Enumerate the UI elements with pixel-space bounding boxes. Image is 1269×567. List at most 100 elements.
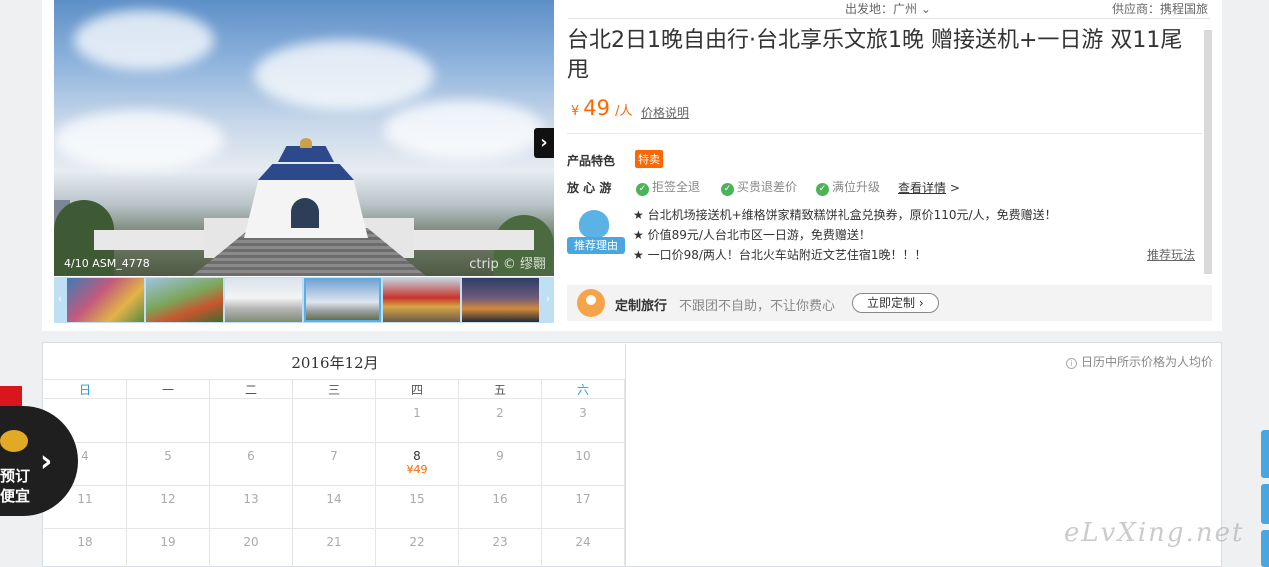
weekday-sun: 日 bbox=[44, 380, 127, 400]
promo-coin-icon bbox=[0, 430, 28, 452]
photo-memorial-roof bbox=[258, 164, 354, 180]
thumbnail[interactable] bbox=[67, 278, 144, 322]
check-icon: ✓ bbox=[816, 183, 829, 196]
photo-memorial-roof bbox=[278, 146, 334, 162]
chevron-right-icon: > bbox=[949, 181, 960, 195]
price-note-link[interactable]: 价格说明 bbox=[641, 104, 689, 121]
view-details-link[interactable]: 查看详情 > bbox=[898, 179, 960, 196]
guarantee-upgrade: ✓ 满位升级 bbox=[816, 178, 880, 196]
next-photo-arrow-icon[interactable]: › bbox=[534, 128, 554, 158]
recommended-play-link[interactable]: 推荐玩法 bbox=[1147, 246, 1195, 263]
calendar-day-number: 22 bbox=[409, 535, 425, 549]
side-tab[interactable] bbox=[1261, 484, 1269, 524]
recommend-line: ★ 台北机场接送机+维格饼家精致糕饼礼盒兑换券，原价110元/人，免费赠送！ bbox=[633, 208, 1057, 222]
calendar-day-cell: 14 bbox=[293, 486, 376, 529]
divider bbox=[568, 18, 1210, 19]
calendar-day-number: 23 bbox=[492, 535, 508, 549]
weekday-thu: 四 bbox=[376, 380, 459, 400]
promo-text: 预订 便宜 bbox=[0, 466, 30, 506]
calendar-day-number: 21 bbox=[326, 535, 342, 549]
calendar-day-cell: 13 bbox=[210, 486, 293, 529]
thumbnail[interactable] bbox=[146, 278, 223, 322]
calendar-day-cell: 23 bbox=[459, 529, 542, 567]
calendar-month: 2016年12月 bbox=[291, 354, 379, 372]
side-tab[interactable] bbox=[1261, 530, 1269, 567]
price-calendar: 2016年12月 日 一 二 三 四 五 六 1 2 3 4 5 6 7 8 ¥49 9 10 11 1… bbox=[44, 344, 626, 567]
calendar-day-number: 19 bbox=[160, 535, 176, 549]
guarantee-text: 买贵退差价 bbox=[737, 180, 798, 194]
bird-icon bbox=[579, 210, 609, 238]
thumbnail[interactable] bbox=[225, 278, 302, 322]
chevron-right-icon[interactable]: › bbox=[40, 444, 52, 479]
promo-text-line: 便宜 bbox=[0, 487, 31, 505]
check-icon: ✓ bbox=[721, 183, 734, 196]
thumbnail-active[interactable] bbox=[304, 278, 381, 322]
recommend-line: ★ 一口价98/两人！台北火车站附近文艺住宿1晚！！！ bbox=[633, 248, 927, 262]
features-label: 产品特色 bbox=[567, 154, 616, 168]
info-icon: i bbox=[1066, 358, 1077, 369]
departure-label: 出发地：广州 bbox=[845, 2, 918, 16]
weekday-tue: 二 bbox=[210, 380, 293, 400]
weekday-sat: 六 bbox=[542, 380, 625, 400]
photo-cloud bbox=[254, 40, 434, 110]
price-unit: /人 bbox=[615, 104, 633, 119]
calendar-day-cell: 3 bbox=[542, 400, 625, 443]
guarantee-text: 拒签全退 bbox=[652, 180, 701, 194]
weekday-wed: 三 bbox=[293, 380, 376, 400]
calendar-day-number: 5 bbox=[164, 449, 172, 463]
info-scrollbar[interactable] bbox=[1204, 30, 1212, 274]
customize-now-button[interactable]: 立即定制 › bbox=[852, 293, 939, 313]
calendar-day-number: 3 bbox=[579, 406, 587, 420]
chevron-right-icon: › bbox=[918, 296, 924, 310]
photo-cloud bbox=[54, 110, 224, 170]
product-title: 台北2日1晚自由行·台北享乐文旅1晚 赠接送机+一日游 双11尾甩 bbox=[567, 28, 1183, 83]
calendar-day-cell[interactable]: 8 ¥49 bbox=[376, 443, 459, 486]
photo-cloud bbox=[74, 10, 214, 70]
calendar-day-cell: 21 bbox=[293, 529, 376, 567]
calendar-day-cell bbox=[210, 400, 293, 443]
view-details-text: 查看详情 bbox=[898, 181, 947, 195]
departure-selector[interactable]: 出发地：广州 ⌄ bbox=[845, 0, 931, 17]
calendar-day-number: 6 bbox=[247, 449, 255, 463]
thumbnail[interactable] bbox=[383, 278, 460, 322]
calendar-day-cell: 16 bbox=[459, 486, 542, 529]
calendar-note-text: 日历中所示价格为人均价 bbox=[1081, 355, 1214, 369]
calendar-day-cell: 6 bbox=[210, 443, 293, 486]
price-value: 49 bbox=[583, 96, 611, 120]
calendar-day-cell bbox=[127, 400, 210, 443]
calendar-day-number: 13 bbox=[243, 492, 259, 506]
main-photo[interactable]: 4/10 ASM_4778 ctrip © 缪翾 bbox=[54, 0, 554, 276]
calendar-day-number: 15 bbox=[409, 492, 425, 506]
thumbnail[interactable] bbox=[462, 278, 539, 322]
calendar-day-cell: 24 bbox=[542, 529, 625, 567]
calendar-day-number: 1 bbox=[413, 406, 421, 420]
calendar-day-cell: 7 bbox=[293, 443, 376, 486]
thumb-next-icon[interactable]: › bbox=[542, 277, 554, 323]
photo-cloud bbox=[384, 100, 544, 160]
side-tab[interactable] bbox=[1261, 430, 1269, 478]
photo-memorial-finial bbox=[300, 138, 312, 148]
recommend-line: ★ 价值89元/人台北市区一日游，免费赠送！ bbox=[633, 228, 871, 242]
thumbnail-strip: ‹ › bbox=[54, 277, 554, 323]
calendar-day-cell: 1 bbox=[376, 400, 459, 443]
calendar-day-number: 12 bbox=[160, 492, 176, 506]
photo-caption: 4/10 ASM_4778 bbox=[64, 257, 150, 270]
calendar-day-cell: 18 bbox=[44, 529, 127, 567]
calendar-day-cell: 5 bbox=[127, 443, 210, 486]
calendar-note: i 日历中所示价格为人均价 bbox=[1066, 353, 1213, 370]
recommend-reason-icon: 推荐理由 bbox=[567, 210, 625, 254]
weekday-fri: 五 bbox=[459, 380, 542, 400]
photo-wall bbox=[94, 230, 204, 250]
price: ¥49 /人 bbox=[571, 96, 633, 120]
calendar-day-number: 8 bbox=[413, 449, 421, 463]
calendar-day-number: 16 bbox=[492, 492, 508, 506]
calendar-day-cell: 20 bbox=[210, 529, 293, 567]
calendar-day-number: 14 bbox=[326, 492, 342, 506]
thumb-prev-icon[interactable]: ‹ bbox=[54, 277, 66, 323]
assurance-label: 放 心 游 bbox=[567, 181, 612, 195]
custom-travel-icon bbox=[577, 289, 605, 317]
calendar-day-cell: 15 bbox=[376, 486, 459, 529]
promo-text-line: 预订 bbox=[0, 467, 31, 485]
guarantee-text: 满位升级 bbox=[832, 180, 881, 194]
photo-watermark: ctrip © 缪翾 bbox=[469, 257, 546, 272]
